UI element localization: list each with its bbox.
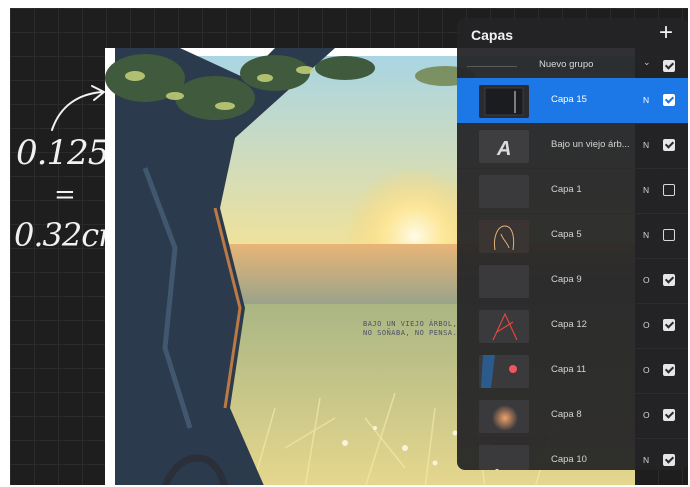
blend-mode-button[interactable]: O — [643, 320, 650, 330]
group-divider — [467, 66, 517, 67]
blend-mode-button[interactable]: N — [643, 230, 649, 240]
layer-name: Capa 5 — [551, 229, 582, 240]
layer-name: Capa 11 — [551, 364, 587, 375]
layer-name: Capa 12 — [551, 319, 587, 330]
group-name: Nuevo grupo — [539, 59, 594, 70]
add-layer-button[interactable]: + — [654, 21, 678, 46]
layer-visibility-checkbox[interactable] — [663, 454, 675, 466]
caption-line-1: BAJO UN VIEJO ÁRBOL, — [363, 320, 458, 328]
layer-name: Capa 8 — [551, 409, 582, 420]
layer-visibility-checkbox[interactable] — [663, 184, 675, 196]
layer-row[interactable]: Capa 10 N — [457, 438, 688, 470]
layer-visibility-checkbox[interactable] — [663, 139, 675, 151]
caption-line-2: NO SOÑABA, NO PENSA... — [363, 329, 467, 337]
blend-mode-button[interactable]: O — [643, 275, 650, 285]
layer-list: Capa 15 N A Bajo un viejo árb... N Capa 1 N Cap… — [457, 78, 688, 470]
sketch-figure-icon — [479, 220, 529, 253]
empty-icon — [479, 265, 529, 298]
layer-name: Capa 9 — [551, 274, 582, 285]
panel-header: Capas + — [457, 18, 688, 54]
svg-text:A: A — [496, 138, 511, 160]
layer-row[interactable]: Capa 15 N — [457, 78, 688, 123]
group-visibility-checkbox[interactable] — [663, 60, 675, 72]
empty-icon — [479, 175, 529, 208]
layer-group-row[interactable]: Nuevo grupo ⌄ — [457, 54, 688, 78]
blend-mode-button[interactable]: O — [643, 410, 650, 420]
layer-visibility-checkbox[interactable] — [663, 229, 675, 241]
dark-rect-icon — [479, 85, 529, 118]
blend-mode-button[interactable]: N — [643, 455, 649, 465]
layer-name: Bajo un viejo árb... — [551, 139, 630, 150]
layer-row[interactable]: A Bajo un viejo árb... N — [457, 123, 688, 168]
layer-row[interactable]: Capa 12 O — [457, 303, 688, 348]
flowers-icon — [479, 445, 529, 470]
glow-icon — [479, 400, 529, 433]
layer-name: Capa 15 — [551, 94, 587, 105]
layer-visibility-checkbox[interactable] — [663, 409, 675, 421]
blend-mode-button[interactable]: N — [643, 95, 649, 105]
layer-row[interactable]: Capa 11 O — [457, 348, 688, 393]
artwork-caption: BAJO UN VIEJO ÁRBOL, NO SOÑABA, NO PENSA… — [363, 320, 467, 338]
layer-row[interactable]: Capa 1 N — [457, 168, 688, 213]
curved-arrow-icon — [51, 85, 105, 131]
chevron-down-icon[interactable]: ⌄ — [643, 57, 651, 68]
blue-tree-icon — [479, 355, 529, 388]
blend-mode-button[interactable]: O — [643, 365, 650, 375]
text-layer-icon: A — [479, 130, 529, 163]
layer-visibility-checkbox[interactable] — [663, 364, 675, 376]
layer-visibility-checkbox[interactable] — [663, 274, 675, 286]
layer-row[interactable]: Capa 8 O — [457, 393, 688, 438]
blend-mode-button[interactable]: N — [643, 185, 649, 195]
layer-visibility-checkbox[interactable] — [663, 94, 675, 106]
layer-name: Capa 10 — [551, 454, 587, 465]
layer-visibility-checkbox[interactable] — [663, 319, 675, 331]
layer-row[interactable]: Capa 9 O — [457, 258, 688, 303]
layers-panel: Capas + Nuevo grupo ⌄ Capa 15 N A Bajo un v… — [457, 18, 688, 470]
panel-title: Capas — [471, 27, 514, 43]
equals-note: = — [54, 180, 76, 210]
layer-row[interactable]: Capa 5 N — [457, 213, 688, 258]
blend-mode-button[interactable]: N — [643, 140, 649, 150]
layer-name: Capa 1 — [551, 184, 582, 195]
red-lines-icon — [479, 310, 529, 343]
